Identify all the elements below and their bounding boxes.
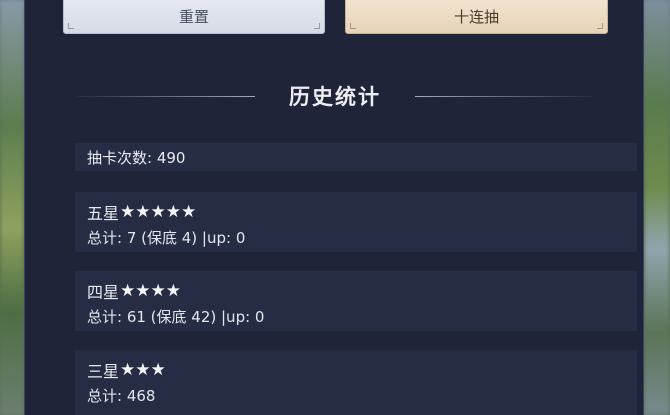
star-rating-icon: ★★★★	[120, 281, 181, 301]
history-title: 历史统计	[289, 84, 381, 109]
four-star-label: 四星	[87, 283, 120, 302]
gacha-stats-panel: 重置 十连抽 历史统计 抽卡次数: 490 五星 ★★★★★ 总计: 7 (保底…	[24, 0, 644, 415]
five-star-summary: 总计: 7 (保底 4) |up: 0	[87, 229, 246, 247]
four-star-heading: 四星 ★★★★	[87, 279, 181, 303]
total-pulls-text: 抽卡次数: 490	[87, 148, 186, 167]
three-star-heading: 三星 ★★★	[87, 358, 166, 382]
five-star-stats-box: 五星 ★★★★★ 总计: 7 (保底 4) |up: 0	[75, 192, 637, 252]
star-rating-icon: ★★★★★	[120, 202, 197, 222]
corner-ornament-icon	[350, 23, 356, 29]
five-star-label: 五星	[87, 204, 120, 223]
four-star-stats-box: 四星 ★★★★ 总计: 61 (保底 42) |up: 0	[75, 271, 637, 331]
three-star-stats-box: 三星 ★★★ 总计: 468	[75, 350, 637, 415]
history-section-header: 历史统计	[25, 80, 645, 112]
five-star-heading: 五星 ★★★★★	[87, 200, 196, 224]
corner-ornament-icon	[68, 23, 74, 29]
ten-pull-button[interactable]: 十连抽	[345, 0, 608, 34]
star-rating-icon: ★★★	[120, 360, 166, 380]
ten-pull-button-label: 十连抽	[453, 7, 499, 26]
three-star-summary: 总计: 468	[87, 387, 156, 405]
corner-ornament-icon	[314, 23, 320, 29]
four-star-summary: 总计: 61 (保底 42) |up: 0	[87, 308, 265, 326]
divider-line-left	[77, 96, 255, 97]
game-background-right	[644, 0, 670, 415]
three-star-label: 三星	[87, 362, 120, 381]
corner-ornament-icon	[597, 23, 603, 29]
divider-line-right	[415, 96, 593, 97]
game-background-left	[0, 0, 24, 415]
total-pulls-box: 抽卡次数: 490	[75, 143, 637, 171]
reset-button[interactable]: 重置	[63, 0, 325, 34]
reset-button-label: 重置	[178, 7, 209, 26]
